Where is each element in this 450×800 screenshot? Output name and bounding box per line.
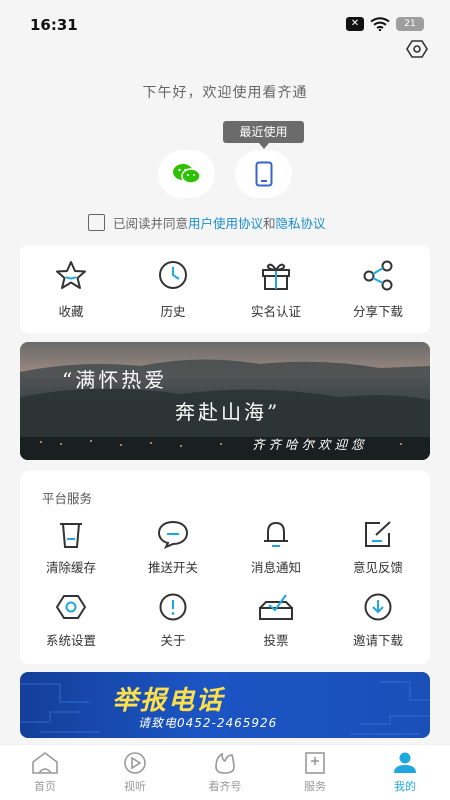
hotline-number: 请致电0452-2465926 <box>138 716 278 730</box>
message-notification-button[interactable]: 消息通知 <box>231 519 321 576</box>
feedback-button[interactable]: 意见反馈 <box>333 519 423 576</box>
banner-signature: 齐齐哈尔欢迎您 <box>252 437 368 452</box>
trash-icon <box>60 523 82 548</box>
user-icon <box>394 752 416 773</box>
notification-x-icon: ✕ <box>346 17 364 31</box>
system-settings-button[interactable]: 系统设置 <box>26 592 116 649</box>
home-icon <box>32 752 58 774</box>
agreement-prefix: 已阅读并同意 <box>113 216 189 231</box>
info-icon <box>159 593 187 621</box>
feedback-label: 意见反馈 <box>352 560 403 575</box>
favorites-button[interactable]: 收藏 <box>31 259 111 320</box>
wechat-login-button[interactable] <box>158 150 215 198</box>
greeting-text: 下午好，欢迎使用看齐通 <box>142 85 308 101</box>
share-download-button[interactable]: 分享下载 <box>338 259 418 320</box>
tab-video[interactable]: 视听 <box>100 751 170 794</box>
clear-cache-button[interactable]: 清除缓存 <box>26 519 116 576</box>
tab-kanqihao[interactable]: 看齐号 <box>190 751 260 794</box>
settings-icon[interactable] <box>406 38 428 60</box>
vote-button[interactable]: 投票 <box>231 592 321 649</box>
bell-icon <box>264 521 288 547</box>
agreement-row: 已阅读并同意 用户使用协议 和 隐私协议 <box>88 213 326 232</box>
download-circle-icon <box>364 593 392 621</box>
banner-slogan-line1: “满怀热爱 <box>62 368 168 392</box>
history-label: 历史 <box>160 304 186 319</box>
tab-kanqihao-label: 看齐号 <box>208 780 242 793</box>
bottom-tab-bar: 首页 视听 看齐号 服务 我的 <box>0 744 450 800</box>
status-icons: ✕ 21 <box>346 17 424 31</box>
wifi-icon <box>370 17 390 31</box>
status-bar: 16:31 ✕ 21 <box>0 0 450 50</box>
wechat-icon <box>172 164 201 184</box>
system-settings-label: 系统设置 <box>45 633 96 648</box>
share-download-label: 分享下载 <box>352 304 403 319</box>
phone-login-button[interactable] <box>235 150 292 198</box>
tab-service[interactable]: 服务 <box>280 751 350 794</box>
push-toggle-button[interactable]: 推送开关 <box>128 519 218 576</box>
vote-label: 投票 <box>263 633 289 648</box>
tab-home[interactable]: 首页 <box>10 751 80 794</box>
chat-bubble-icon <box>157 520 189 549</box>
agreement-checkbox[interactable] <box>88 214 105 231</box>
clear-cache-label: 清除缓存 <box>45 560 96 575</box>
push-toggle-label: 推送开关 <box>147 560 198 575</box>
history-button[interactable]: 历史 <box>133 259 213 320</box>
about-button[interactable]: 关于 <box>128 592 218 649</box>
message-notification-label: 消息通知 <box>250 560 301 575</box>
real-name-auth-button[interactable]: 实名认证 <box>236 259 316 320</box>
services-title: 平台服务 <box>42 491 93 506</box>
recent-used-tooltip: 最近使用 <box>223 121 304 149</box>
platform-services-card: 平台服务 清除缓存 推送开关 消息通知 意见反馈 系统设置 关于 投票 邀请下载 <box>20 471 430 664</box>
promo-banner[interactable]: “满怀热爱 奔赴山海” 齐齐哈尔欢迎您 <box>20 342 430 460</box>
tab-mine[interactable]: 我的 <box>370 751 440 794</box>
hotline-title: 举报电话 <box>112 686 225 716</box>
report-hotline-banner[interactable]: 举报电话 请致电0452-2465926 <box>20 672 430 738</box>
phone-icon <box>255 161 272 187</box>
status-time: 16:31 <box>30 16 78 34</box>
tab-home-label: 首页 <box>34 780 56 793</box>
gift-icon <box>262 263 290 290</box>
star-icon <box>56 261 86 289</box>
quick-actions-card: 收藏 历史 实名认证 分享下载 <box>20 245 430 333</box>
service-icon <box>305 752 325 774</box>
tab-video-label: 视听 <box>124 780 146 793</box>
battery-icon: 21 <box>396 17 424 31</box>
flame-icon <box>215 752 235 774</box>
invite-download-button[interactable]: 邀请下载 <box>333 592 423 649</box>
user-agreement-link[interactable]: 用户使用协议 <box>188 213 263 232</box>
about-label: 关于 <box>160 633 186 648</box>
edit-icon <box>365 521 391 547</box>
ballot-box-icon <box>259 594 293 620</box>
clock-icon <box>159 261 187 289</box>
real-name-auth-label: 实名认证 <box>250 304 301 319</box>
tab-mine-label: 我的 <box>394 780 416 793</box>
tab-service-label: 服务 <box>304 780 326 793</box>
favorites-label: 收藏 <box>58 304 84 319</box>
agreement-and: 和 <box>263 216 276 231</box>
play-icon <box>124 752 146 774</box>
hexagon-settings-icon <box>55 595 87 619</box>
privacy-agreement-link[interactable]: 隐私协议 <box>276 213 326 232</box>
banner-slogan-line2: 奔赴山海” <box>175 400 281 424</box>
share-icon <box>363 260 393 291</box>
invite-download-label: 邀请下载 <box>352 633 403 648</box>
